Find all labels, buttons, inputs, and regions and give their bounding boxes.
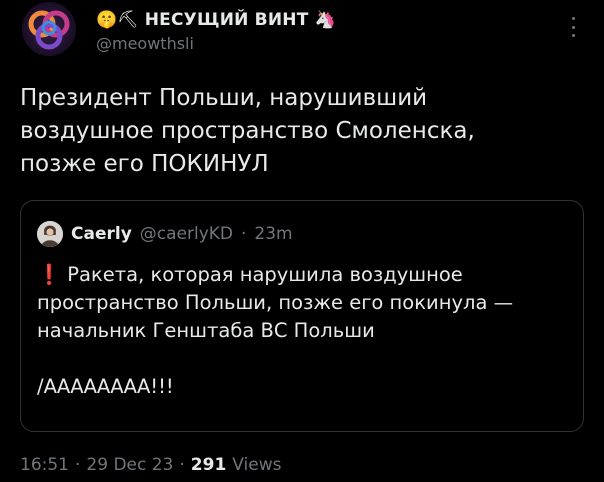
views-label: Views (232, 455, 282, 475)
quoted-author-handle[interactable]: @caerlyKD (140, 224, 233, 244)
meta-separator: · (75, 455, 81, 475)
more-vertical-icon[interactable] (566, 17, 580, 37)
quoted-post-time[interactable]: 23m (254, 224, 292, 244)
quoted-post-header: Caerly @caerlyKD · 23m (37, 221, 293, 247)
views-count[interactable]: 291 (191, 455, 227, 475)
quoted-line: пространство Польши, позже его покинула … (37, 291, 514, 314)
quoted-post-text: ❗ Ракета, которая нарушила воздушное прос… (37, 261, 567, 401)
post-line: воздушное пространство Смоленска, (20, 118, 475, 144)
author-name-row[interactable]: 🤫⛏ НЕСУЩИЙ ВИНТ 🦄 (96, 7, 336, 33)
post-line: позже его ПОКИНУЛ (20, 151, 269, 177)
quoted-post-card[interactable]: Caerly @caerlyKD · 23m ❗ Ракета, которая … (20, 200, 584, 432)
author-handle[interactable]: @meowthsli (96, 34, 194, 53)
quoted-line: ❗ Ракета, которая нарушила воздушное (37, 261, 567, 289)
post-time[interactable]: 16:51 (20, 455, 69, 475)
post-text: Президент Польши, нарушивший воздушное п… (20, 82, 590, 181)
exclamation-icon: ❗ (37, 263, 62, 286)
quoted-author-name[interactable]: Caerly (71, 224, 132, 244)
gradient-loop-avatar-icon (22, 2, 76, 56)
post-meta: 16:51 · 29 Dec 23 · 291 Views (20, 455, 281, 475)
quoted-line: начальник Генштаба ВС Польши (37, 319, 375, 342)
quoted-line-text: Ракета, которая нарушила воздушное (67, 263, 463, 286)
portrait-avatar-icon (37, 221, 63, 247)
shush-pick-emoji-icon: 🤫⛏ (96, 10, 139, 30)
quoted-separator: · (241, 224, 247, 244)
quoted-author-avatar[interactable] (37, 221, 63, 247)
quoted-blank-line (37, 345, 567, 373)
quoted-line: /АААААААА!!! (37, 375, 174, 398)
author-avatar[interactable] (22, 2, 76, 56)
author-display-name[interactable]: НЕСУЩИЙ ВИНТ (145, 10, 309, 30)
meta-separator: · (179, 455, 185, 475)
unicorn-emoji-icon: 🦄 (314, 10, 336, 30)
post-line: Президент Польши, нарушивший (20, 85, 428, 111)
post-date[interactable]: 29 Dec 23 (86, 455, 173, 475)
